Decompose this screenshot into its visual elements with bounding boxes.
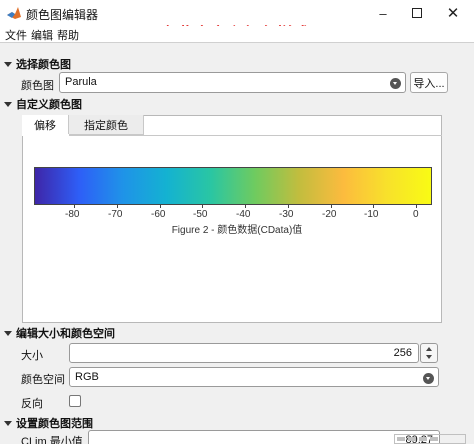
colormap-dropdown[interactable]: Parula (59, 72, 406, 93)
section-size-space-title: 编辑大小和颜色空间 (16, 328, 115, 340)
menu-file[interactable]: 文件 (5, 27, 27, 43)
collapse-triangle-icon (4, 61, 12, 67)
section-select-colormap[interactable]: 选择颜色图 (4, 56, 71, 72)
window-title: 颜色图编辑器 (26, 8, 99, 22)
color-space-dropdown[interactable]: RGB (69, 367, 439, 387)
colormap-dropdown-value: Parula (65, 76, 97, 88)
colorbar-gradient[interactable] (34, 167, 432, 205)
collapse-triangle-icon (4, 330, 12, 336)
tab-strip-border (22, 135, 442, 136)
section-select-colormap-title: 选择颜色图 (16, 59, 71, 71)
minimize-icon: – (379, 5, 387, 21)
colorbar-tick-label: -80 (65, 209, 80, 220)
colorbar-tick-label: -30 (279, 209, 294, 220)
tab-specify-colors-label: 指定颜色 (84, 119, 128, 132)
colorbar-tick-label: -70 (108, 209, 123, 220)
section-range-title: 设置颜色图范围 (16, 418, 93, 430)
custom-colormap-panel (22, 115, 442, 323)
section-custom-colormap[interactable]: 自定义颜色图 (4, 96, 82, 112)
colorbar-tick-mark (416, 205, 417, 208)
menu-help[interactable]: 帮助 (57, 27, 79, 43)
collapse-triangle-icon (4, 101, 12, 107)
color-space-dropdown-value: RGB (75, 371, 99, 383)
size-label: 大小 (21, 350, 43, 362)
colorbar-tick-mark (74, 205, 75, 208)
active-tab-connector (22, 134, 69, 136)
menu-separator (0, 42, 474, 43)
chevron-down-icon (423, 373, 434, 384)
minimize-button[interactable]: – (366, 0, 400, 26)
color-space-label: 颜色空间 (21, 374, 65, 386)
section-custom-colormap-title: 自定义颜色图 (16, 99, 82, 111)
colorbar-tick-mark (373, 205, 374, 208)
colorbar-tick-label: -10 (364, 209, 379, 220)
colorbar-tick-label: -20 (322, 209, 337, 220)
colormap-label: 颜色图 (21, 80, 54, 92)
collapse-triangle-icon (4, 420, 12, 426)
clim-min-input[interactable]: -89.27 (88, 430, 440, 444)
size-spinner[interactable] (420, 343, 438, 363)
tab-offset[interactable]: 偏移 (22, 115, 69, 135)
spinner-up-icon[interactable] (426, 347, 432, 351)
colorbar-tick-mark (331, 205, 332, 208)
colorbar-tick-mark (117, 205, 118, 208)
clim-min-label: CLim 最小值 (21, 436, 83, 444)
section-range[interactable]: 设置颜色图范围 (4, 415, 93, 431)
size-input[interactable]: 256 (69, 343, 419, 363)
colorbar-tick-label: -50 (193, 209, 208, 220)
maximize-icon (412, 8, 422, 18)
colorbar-tick-mark (202, 205, 203, 208)
section-size-space[interactable]: 编辑大小和颜色空间 (4, 325, 115, 341)
close-icon: ✕ (446, 5, 460, 22)
chevron-down-icon (390, 78, 401, 89)
colorbar-tick-mark (288, 205, 289, 208)
spinner-down-icon[interactable] (426, 355, 432, 359)
watermark-logo (394, 434, 466, 444)
menu-bar: 文件 编辑 帮助 (0, 26, 474, 42)
colorbar-tick-label: 0 (413, 209, 419, 220)
matlab-logo-icon (7, 7, 21, 19)
colorbar-caption: Figure 2 - 颜色数据(CData)值 (171, 225, 303, 236)
reverse-checkbox[interactable] (69, 395, 81, 407)
reverse-label: 反向 (21, 398, 43, 410)
import-button[interactable]: 导入... (410, 72, 448, 93)
maximize-button[interactable] (400, 0, 434, 26)
close-button[interactable]: ✕ (436, 0, 470, 26)
menu-edit[interactable]: 编辑 (31, 27, 53, 43)
colorbar-tick-label: -40 (236, 209, 251, 220)
tab-offset-label: 偏移 (34, 120, 56, 132)
colorbar-tick-mark (245, 205, 246, 208)
colorbar-tick-label: -60 (151, 209, 166, 220)
colorbar-tick-mark (160, 205, 161, 208)
size-input-value: 256 (393, 347, 412, 359)
tab-specify-colors[interactable]: 指定颜色 (69, 115, 144, 135)
